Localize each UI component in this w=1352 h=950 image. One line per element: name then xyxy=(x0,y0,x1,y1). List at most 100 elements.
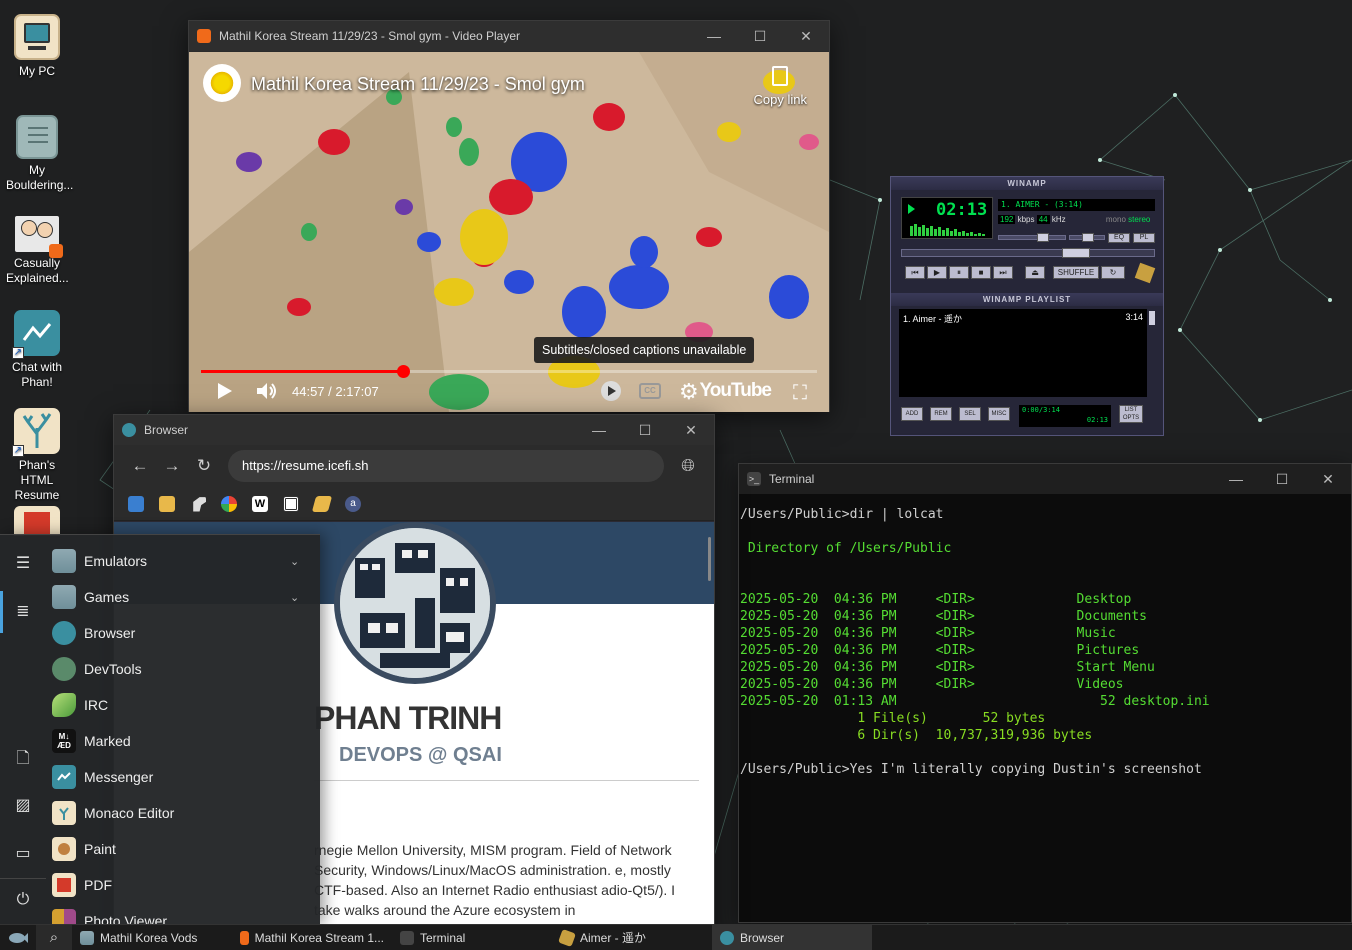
start-item-emulators[interactable]: Emulators ⌄ xyxy=(46,543,320,579)
maximize-button[interactable]: ☐ xyxy=(1259,464,1305,494)
start-item-paint[interactable]: Paint xyxy=(46,831,320,867)
start-button[interactable] xyxy=(0,925,36,950)
video-player-titlebar[interactable]: Mathil Korea Stream 11/29/23 - Smol gym … xyxy=(189,21,829,51)
back-arrow-icon[interactable]: ← xyxy=(124,456,156,476)
shuffle-button[interactable]: SHUFFLE xyxy=(1053,266,1099,279)
eq-toggle-button[interactable]: EQ xyxy=(1108,233,1130,243)
video-frame[interactable]: Mathil Korea Stream 11/29/23 - Smol gym … xyxy=(189,52,829,412)
progress-scrubber[interactable] xyxy=(397,365,411,378)
hamburger-menu-icon[interactable]: ☰ xyxy=(13,553,33,573)
start-item-messenger[interactable]: Messenger xyxy=(46,759,320,795)
maximize-button[interactable]: ☐ xyxy=(737,21,783,51)
desktop-icon-casually-explained[interactable]: Casually Explained... xyxy=(2,216,72,286)
playlist[interactable]: 1. Aimer - 遥か 3:14 xyxy=(899,309,1147,397)
close-button[interactable]: ✕ xyxy=(1305,464,1351,494)
browser-scrollbar[interactable] xyxy=(708,537,711,581)
minimize-button[interactable]: — xyxy=(1213,464,1259,494)
playlist-misc-button[interactable]: MISC xyxy=(988,407,1010,421)
pause-button[interactable]: ⏸ xyxy=(949,266,969,279)
volume-slider-thumb[interactable] xyxy=(1037,233,1049,242)
copy-link-button[interactable]: Copy link xyxy=(754,66,807,107)
playlist-sel-button[interactable]: SEL xyxy=(959,407,981,421)
terminal-output[interactable]: /Users/Public>dir | lolcat Directory of … xyxy=(739,494,1351,778)
taskbar-item-terminal[interactable]: Terminal xyxy=(392,925,552,950)
chevron-down-icon[interactable]: ⌄ xyxy=(290,591,320,604)
a-bookmark-icon[interactable]: a xyxy=(345,495,361,512)
folder-bookmark-icon[interactable] xyxy=(159,495,175,512)
start-menu[interactable]: ☰ ≣ 🗋︎ ▨ ▭ ⏻ Emulators ⌄ Games ⌄ Browser… xyxy=(0,534,320,933)
autoplay-toggle[interactable] xyxy=(599,379,623,406)
url-input[interactable]: https://resume.icefi.sh xyxy=(228,450,664,482)
start-item-devtools[interactable]: DevTools xyxy=(46,651,320,687)
forward-arrow-icon[interactable]: → xyxy=(156,456,188,476)
browser-titlebar[interactable]: Browser — ☐ ✕ xyxy=(114,415,714,445)
folder-bookmark-icon[interactable] xyxy=(128,495,144,512)
start-item-irc[interactable]: IRC xyxy=(46,687,320,723)
repeat-button[interactable]: ↻ xyxy=(1101,266,1125,279)
playlist-titlebar[interactable]: WINAMP PLAYLIST xyxy=(891,293,1163,306)
desktop-icon-my-bouldering[interactable]: My Bouldering... xyxy=(2,115,73,193)
dino-bookmark-icon[interactable] xyxy=(193,497,206,512)
balance-slider-thumb[interactable] xyxy=(1082,233,1094,242)
playlist-scrollbar[interactable] xyxy=(1149,311,1155,325)
video-player-window[interactable]: Mathil Korea Stream 11/29/23 - Smol gym … xyxy=(188,20,830,412)
play-button[interactable] xyxy=(217,382,233,403)
winamp-logo-icon[interactable] xyxy=(1134,262,1156,284)
winamp-window[interactable]: WINAMP 02:13 1. AIMER - (3:14) 192 kbps … xyxy=(890,176,1164,436)
playlist-rem-button[interactable]: REM xyxy=(930,407,952,421)
video-title[interactable]: Mathil Korea Stream 11/29/23 - Smol gym xyxy=(251,74,585,95)
seek-bar[interactable] xyxy=(901,248,1155,258)
start-item-marked[interactable]: M↓ ÆD Marked xyxy=(46,723,320,759)
search-icon[interactable]: ⌕ xyxy=(36,924,72,950)
start-item-pdf[interactable]: PDF xyxy=(46,867,320,903)
globe-icon[interactable]: 🌐︎ xyxy=(672,456,704,476)
terminal-titlebar[interactable]: >_ Terminal — ☐ ✕ xyxy=(739,464,1351,494)
balance-slider[interactable] xyxy=(1069,233,1105,242)
desktop-icon-chat[interactable]: ↗ Chat with Phan! xyxy=(2,310,72,390)
desktop-icon-my-pc[interactable]: My PC xyxy=(2,14,72,79)
next-button[interactable]: ⏭ xyxy=(993,266,1013,279)
close-button[interactable]: ✕ xyxy=(783,21,829,51)
archive-bookmark-icon[interactable] xyxy=(283,495,299,512)
video-progress-bar[interactable] xyxy=(201,365,817,378)
winamp-clock[interactable]: 02:13 xyxy=(936,200,987,220)
channel-avatar[interactable] xyxy=(203,64,241,102)
list-opts-button[interactable]: LIST OPTS xyxy=(1119,405,1143,423)
seek-bar-thumb[interactable] xyxy=(1062,248,1090,258)
cc-button[interactable]: CC xyxy=(639,383,661,399)
playlist-add-button[interactable]: ADD xyxy=(901,407,923,421)
refresh-icon[interactable]: ↻ xyxy=(188,456,220,476)
taskbar-item-browser[interactable]: Browser xyxy=(712,924,872,950)
minimize-button[interactable]: — xyxy=(576,415,622,445)
volume-slider[interactable] xyxy=(998,233,1066,242)
volume-button[interactable] xyxy=(256,381,278,404)
videos-icon[interactable]: ▭ xyxy=(13,843,33,863)
google-bookmark-icon[interactable] xyxy=(221,495,237,512)
desktop-icon-resume[interactable]: ↗ Phan's HTML Resume xyxy=(2,408,72,503)
power-icon[interactable]: ⏻ xyxy=(13,891,33,911)
pl-toggle-button[interactable]: PL xyxy=(1133,233,1155,243)
start-item-games[interactable]: Games ⌄ xyxy=(46,579,320,615)
winamp-titlebar[interactable]: WINAMP xyxy=(891,177,1163,190)
stop-button[interactable]: ■ xyxy=(971,266,991,279)
previous-button[interactable]: ⏮ xyxy=(905,266,925,279)
terminal-window[interactable]: >_ Terminal — ☐ ✕ /Users/Public>dir | lo… xyxy=(738,463,1352,923)
start-item-browser[interactable]: Browser xyxy=(46,615,320,651)
youtube-logo[interactable]: YouTube xyxy=(700,380,772,402)
maximize-button[interactable]: ☐ xyxy=(622,415,668,445)
close-button[interactable]: ✕ xyxy=(668,415,714,445)
start-item-monaco-editor[interactable]: Monaco Editor xyxy=(46,795,320,831)
fullscreen-icon[interactable]: ⛶ xyxy=(793,382,807,405)
taskbar-item-winamp[interactable]: Aimer - 遥か xyxy=(552,925,712,950)
eject-button[interactable]: ⏏ xyxy=(1025,266,1045,279)
lightning-bookmark-icon[interactable] xyxy=(311,495,333,512)
app-list-icon[interactable]: ≣ xyxy=(13,601,33,621)
chevron-down-icon[interactable]: ⌄ xyxy=(290,555,320,568)
documents-icon[interactable]: 🗋︎ xyxy=(13,747,33,767)
settings-gear-icon[interactable]: ⚙ xyxy=(679,379,699,405)
minimize-button[interactable]: — xyxy=(691,21,737,51)
taskbar-item-video-player[interactable]: Mathil Korea Stream 1... xyxy=(232,925,392,950)
play-button[interactable]: ▶ xyxy=(927,266,947,279)
taskbar-item-vods[interactable]: Mathil Korea Vods xyxy=(72,925,232,950)
playlist-item[interactable]: 1. Aimer - 遥か 3:14 xyxy=(899,309,1147,328)
